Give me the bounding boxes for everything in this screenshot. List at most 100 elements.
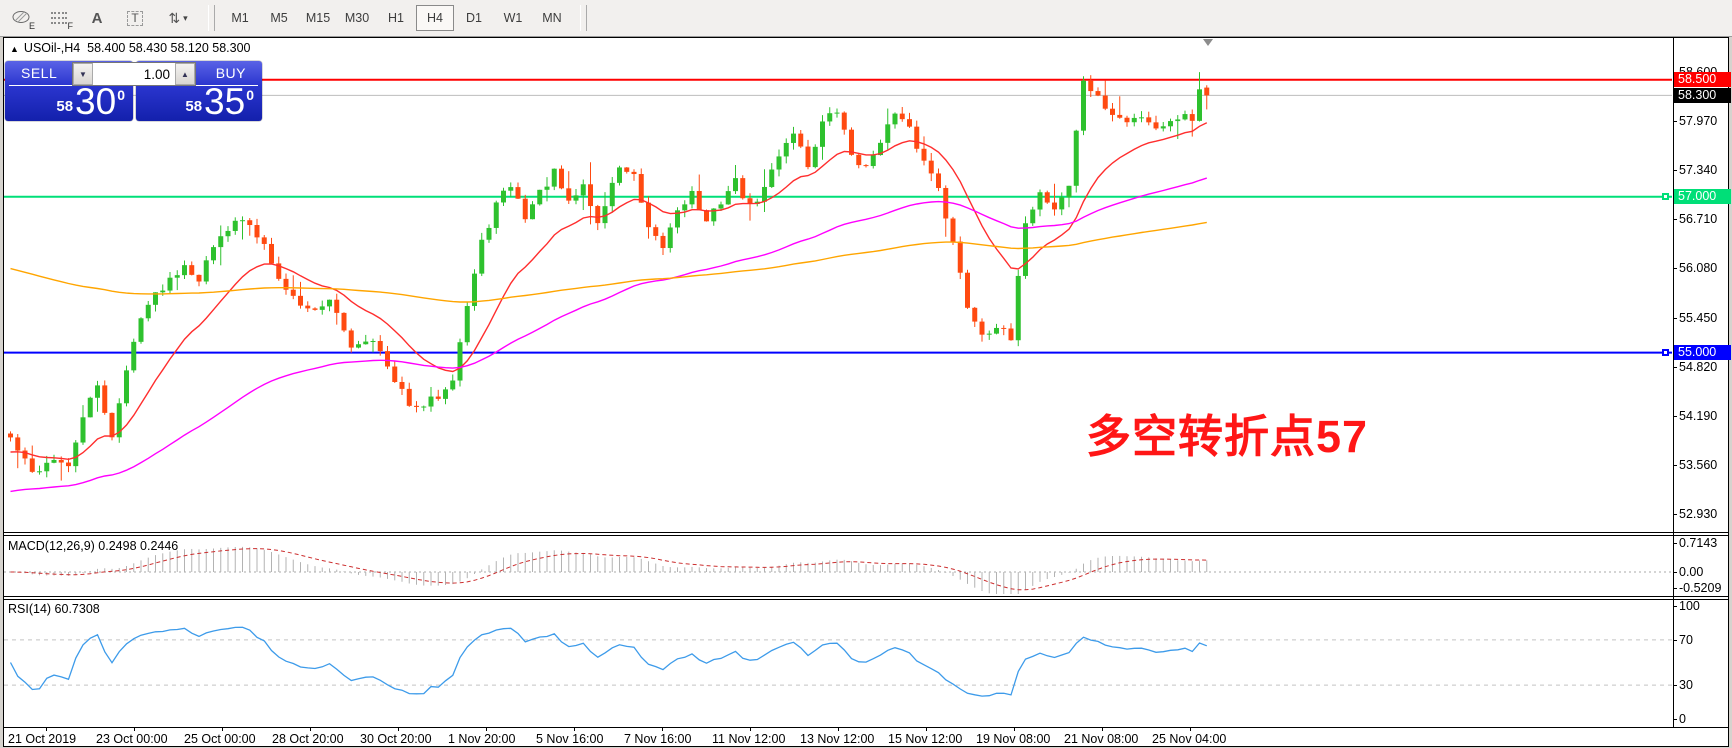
metatrader-window: E F A T ⇅ ▾ M1M5M15M30H1H4D1W1MN ▲ USOil-… — [0, 0, 1732, 748]
spin-up-icon: ▲ — [181, 70, 189, 79]
timeframe-d1[interactable]: D1 — [455, 5, 493, 31]
price-tick-label: 57.970 — [1679, 114, 1717, 128]
time-label: 25 Oct 00:00 — [184, 732, 256, 746]
price-tick-label: 52.930 — [1679, 507, 1717, 521]
pane-separator — [3, 599, 1729, 600]
price-tick-mark — [1673, 416, 1677, 417]
timeframe-m15[interactable]: M15 — [299, 5, 337, 31]
sell-price-small: 58 — [56, 98, 73, 115]
chart-annotation-text[interactable]: 多空转折点57 — [1086, 400, 1368, 465]
time-tick-mark — [222, 727, 223, 731]
timeframe-w1[interactable]: W1 — [494, 5, 532, 31]
time-tick-mark — [1102, 727, 1103, 731]
price-tick-mark — [1673, 268, 1677, 269]
time-label: 13 Nov 12:00 — [800, 732, 874, 746]
text-label-glyph: T — [127, 11, 142, 26]
draw-text-icon[interactable]: A — [80, 5, 114, 31]
time-tick-mark — [1190, 727, 1191, 731]
text-glyph: A — [92, 10, 103, 27]
title-triangle-icon: ▲ — [10, 44, 19, 54]
volume-decrease-button[interactable]: ▼ — [73, 63, 93, 85]
time-tick-mark — [486, 727, 487, 731]
draw-text-label-icon[interactable]: T — [118, 5, 152, 31]
price-level-badge: 58.500 — [1674, 72, 1731, 87]
timeframe-group: M1M5M15M30H1H4D1W1MN — [221, 5, 572, 31]
time-tick-mark — [398, 727, 399, 731]
ellipse-glyph — [11, 10, 31, 26]
price-tick-label: 55.450 — [1679, 311, 1717, 325]
spin-down-icon: ▼ — [79, 70, 87, 79]
time-tick-mark — [838, 727, 839, 731]
chart-shift-marker[interactable] — [1203, 39, 1213, 46]
toolbar-separator — [208, 5, 215, 31]
time-label: 19 Nov 08:00 — [976, 732, 1050, 746]
time-label: 5 Nov 16:00 — [536, 732, 603, 746]
chevron-down-icon[interactable]: ▾ — [183, 13, 188, 24]
volume-input[interactable] — [93, 63, 175, 85]
toolbar-separator — [580, 5, 587, 31]
timeframe-mn[interactable]: MN — [533, 5, 571, 31]
draw-fibonacci-icon[interactable]: F — [42, 5, 76, 31]
time-tick-mark — [134, 727, 135, 731]
sell-price-sup: 0 — [117, 87, 125, 103]
time-label: 25 Nov 04:00 — [1152, 732, 1226, 746]
timeframe-m5[interactable]: M5 — [260, 5, 298, 31]
draw-arrows-icon[interactable]: ⇅ ▾ — [156, 5, 200, 31]
sell-price: 58 30 0 — [56, 85, 125, 119]
macd-tick-label: 0.00 — [1679, 565, 1703, 579]
rsi-tick-mark — [1673, 606, 1677, 607]
ohlc-values: 58.400 58.430 58.120 58.300 — [87, 41, 250, 55]
pane-separator[interactable] — [3, 596, 1729, 597]
rsi-tick-label: 30 — [1679, 678, 1693, 692]
buy-price-small: 58 — [185, 98, 202, 115]
timeframe-h1[interactable]: H1 — [377, 5, 415, 31]
pane-separator[interactable] — [3, 532, 1729, 533]
macd-tick-mark — [1673, 588, 1677, 589]
toolbar: E F A T ⇅ ▾ M1M5M15M30H1H4D1W1MN — [0, 0, 1732, 37]
time-label: 1 Nov 20:00 — [448, 732, 515, 746]
timeframe-m30[interactable]: M30 — [338, 5, 376, 31]
price-level-badge: 57.000 — [1674, 189, 1731, 204]
volume-increase-button[interactable]: ▲ — [175, 63, 195, 85]
price-tick-label: 57.340 — [1679, 163, 1717, 177]
time-label: 21 Oct 2019 — [8, 732, 76, 746]
buy-price-sup: 0 — [246, 87, 254, 103]
sell-button[interactable]: SELL — [21, 65, 57, 81]
price-tick-mark — [1673, 514, 1677, 515]
time-label: 7 Nov 16:00 — [624, 732, 691, 746]
symbol-label: USOil-,H4 — [24, 41, 80, 55]
macd-tick-mark — [1673, 572, 1677, 573]
price-tick-mark — [1673, 465, 1677, 466]
rsi-tick-label: 70 — [1679, 633, 1693, 647]
price-tick-mark — [1673, 121, 1677, 122]
buy-price: 58 35 0 — [185, 85, 254, 119]
time-tick-mark — [46, 727, 47, 731]
timeframe-m1[interactable]: M1 — [221, 5, 259, 31]
time-label: 15 Nov 12:00 — [888, 732, 962, 746]
macd-indicator-label: MACD(12,26,9) 0.2498 0.2446 — [8, 539, 178, 553]
draw-ellipse-icon[interactable]: E — [4, 5, 38, 31]
price-tick-label: 56.080 — [1679, 261, 1717, 275]
price-level-badge: 58.300 — [1674, 88, 1731, 103]
buy-price-big: 35 — [204, 85, 245, 119]
time-label: 28 Oct 20:00 — [272, 732, 344, 746]
price-tick-label: 54.190 — [1679, 409, 1717, 423]
rsi-tick-mark — [1673, 719, 1677, 720]
rsi-tick-label: 0 — [1679, 712, 1686, 726]
hline-drag-handle[interactable] — [1662, 349, 1669, 356]
price-tick-mark — [1673, 367, 1677, 368]
buy-button[interactable]: BUY — [216, 65, 246, 81]
hline-drag-handle[interactable] — [1662, 193, 1669, 200]
price-tick-mark — [1673, 170, 1677, 171]
time-label: 11 Nov 12:00 — [712, 732, 785, 746]
time-label: 23 Oct 00:00 — [96, 732, 168, 746]
rsi-tick-mark — [1673, 685, 1677, 686]
fibonacci-glyph — [51, 9, 67, 27]
pane-separator — [3, 535, 1729, 536]
price-level-badge: 55.000 — [1674, 345, 1731, 360]
rsi-tick-label: 100 — [1679, 599, 1700, 613]
price-axis-border — [1673, 37, 1674, 727]
timeframe-h4[interactable]: H4 — [416, 5, 454, 31]
macd-tick-label: 0.7143 — [1679, 536, 1717, 550]
volume-stepper: ▼ ▲ — [72, 62, 196, 86]
